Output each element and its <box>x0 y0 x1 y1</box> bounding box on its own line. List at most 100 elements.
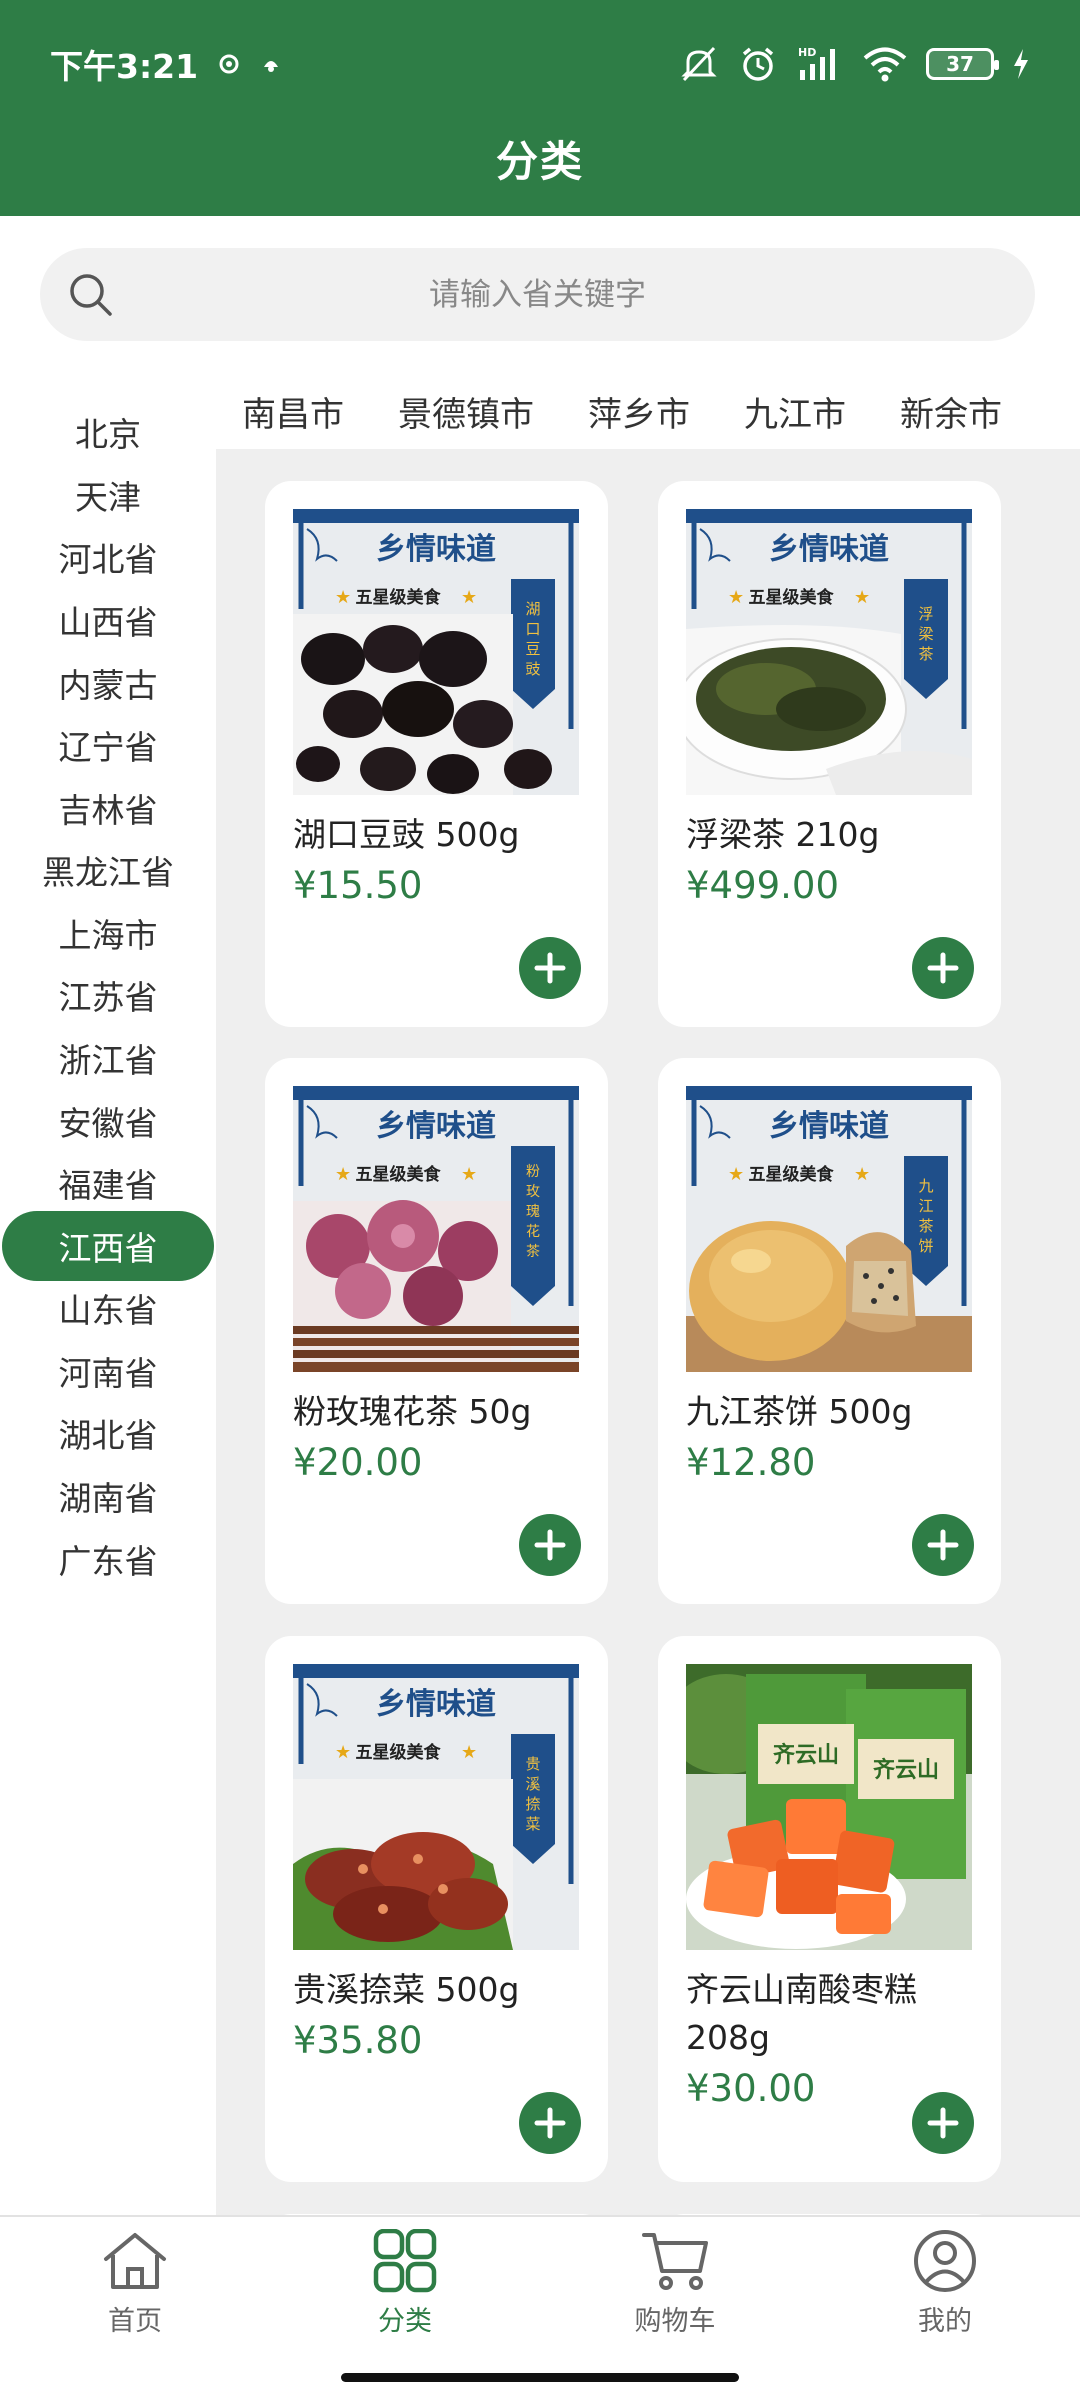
sidebar-item[interactable]: 福建省 <box>0 1148 216 1218</box>
city-tab[interactable]: 九江市 <box>744 387 846 436</box>
product-card[interactable]: 乡情味道 五星级美食 ★ ★ 浮 梁 茶 浮梁茶 210g ¥499.00 <box>658 481 1001 1027</box>
sidebar-item[interactable]: 黑龙江省 <box>0 835 216 905</box>
sidebar-item[interactable]: 河南省 <box>0 1336 216 1406</box>
search-input[interactable] <box>40 248 1035 341</box>
city-tabs[interactable]: 南昌市 景德镇市 萍乡市 九江市 新余市 <box>216 375 1080 447</box>
product-image[interactable]: 乡情味道 五星级美食 ★ ★ 九 江 茶 饼 <box>686 1086 972 1372</box>
product-name: 九江茶饼 500g <box>686 1392 913 1431</box>
svg-text:★: ★ <box>854 587 870 608</box>
sidebar-item[interactable]: 浙江省 <box>0 1023 216 1093</box>
app-header: 下午3:21 HD 37 分类 <box>0 0 1080 216</box>
svg-text:瑰: 瑰 <box>526 1204 540 1220</box>
banner-text: 乡情味道 <box>769 1109 889 1144</box>
product-price: ¥30.00 <box>686 2067 816 2110</box>
tag-text: 五星级美食 <box>356 1742 442 1763</box>
page-title: 分类 <box>495 137 584 186</box>
home-icon <box>104 2233 166 2289</box>
product-image[interactable]: 乡情味道 五星级美食 ★ ★ 贵 溪 捺 菜 <box>293 1664 579 1950</box>
svg-text:茶: 茶 <box>526 1244 540 1260</box>
nav-label: 我的 <box>918 2306 972 2337</box>
product-name: 贵溪捺菜 500g <box>293 1970 520 2009</box>
product-card[interactable]: 乡情味道 五星级美食 ★ ★ 九 江 茶 饼 九江茶饼 500g ¥12.80 <box>658 1058 1001 1604</box>
add-to-cart-button[interactable] <box>519 2092 581 2154</box>
svg-text:茶: 茶 <box>918 645 933 663</box>
package-brand: 齐云山 <box>773 1742 839 1768</box>
product-image[interactable]: 齐云山 齐云山 <box>686 1664 972 1950</box>
sidebar-item[interactable]: 山东省 <box>0 1273 216 1343</box>
svg-text:豆: 豆 <box>525 640 540 658</box>
svg-text:豉: 豉 <box>525 660 540 678</box>
plus-icon <box>534 952 566 984</box>
sidebar-item[interactable]: 安徽省 <box>0 1086 216 1156</box>
nav-category[interactable]: 分类 <box>305 2229 505 2338</box>
plus-icon <box>927 952 959 984</box>
home-indicator[interactable] <box>341 2373 739 2382</box>
svg-text:贵: 贵 <box>525 1755 540 1773</box>
product-image[interactable]: 乡情味道 五星级美食 ★ ★ 粉 玫 瑰 花 茶 <box>293 1086 579 1372</box>
svg-text:捺: 捺 <box>525 1795 540 1813</box>
add-to-cart-button[interactable] <box>912 937 974 999</box>
tag-text: 五星级美食 <box>749 587 835 608</box>
svg-text:HD: HD <box>798 46 816 59</box>
product-grid: 乡情味道 五星级美食 ★ ★ 湖 口 豆 豉 湖口豆豉 500g ¥15.50 … <box>216 449 1080 2215</box>
add-to-cart-button[interactable] <box>519 937 581 999</box>
banner-text: 乡情味道 <box>376 1687 496 1722</box>
nav-profile[interactable]: 我的 <box>845 2229 1045 2338</box>
status-bar: 下午3:21 HD 37 <box>50 38 1030 90</box>
sidebar-item[interactable]: 湖北省 <box>0 1398 216 1468</box>
plus-icon <box>534 1529 566 1561</box>
banner-text: 乡情味道 <box>376 1109 496 1144</box>
svg-text:梁: 梁 <box>918 625 933 643</box>
sidebar-item[interactable]: 上海市 <box>0 898 216 968</box>
product-price: ¥35.80 <box>293 2019 423 2062</box>
sidebar-item[interactable]: 广东省 <box>0 1524 216 1594</box>
sidebar-item-active[interactable]: 江西省 <box>2 1211 214 1281</box>
city-tab[interactable]: 萍乡市 <box>588 387 690 436</box>
sidebar-item[interactable]: 内蒙古 <box>0 648 216 718</box>
signal-icon: HD <box>796 44 844 84</box>
svg-text:口: 口 <box>525 620 540 638</box>
cart-icon <box>642 2233 708 2290</box>
sidebar-item[interactable]: 湖南省 <box>0 1461 216 1531</box>
search-bar[interactable] <box>40 248 1035 341</box>
nav-home[interactable]: 首页 <box>35 2229 235 2338</box>
city-tab[interactable]: 景德镇市 <box>398 387 534 436</box>
nav-label: 购物车 <box>634 2306 716 2337</box>
nav-cart[interactable]: 购物车 <box>575 2229 775 2338</box>
product-card[interactable]: 乡情味道 五星级美食 ★ ★ 粉 玫 瑰 花 茶 粉玫瑰花茶 50g ¥20.0… <box>265 1058 608 1604</box>
svg-text:★: ★ <box>335 587 351 608</box>
add-to-cart-button[interactable] <box>912 2092 974 2154</box>
product-card[interactable]: 齐云山 齐云山 齐云山南酸枣糕 208g ¥30.00 <box>658 1636 1001 2182</box>
product-card[interactable]: 乡情味道 五星级美食 ★ ★ 贵 溪 捺 菜 贵溪捺菜 500g ¥35.80 <box>265 1636 608 2182</box>
sidebar-item[interactable]: 辽宁省 <box>0 710 216 780</box>
province-sidebar[interactable]: 北京 天津 河北省 山西省 内蒙古 辽宁省 吉林省 黑龙江省 上海市 江苏省 浙… <box>0 370 216 2215</box>
svg-text:粉: 粉 <box>526 1164 540 1180</box>
add-to-cart-button[interactable] <box>912 1514 974 1576</box>
product-image[interactable]: 乡情味道 五星级美食 ★ ★ 湖 口 豆 豉 <box>293 509 579 795</box>
banner-text: 乡情味道 <box>376 532 496 567</box>
sidebar-item[interactable]: 河北省 <box>0 522 216 592</box>
battery-icon: 37 <box>926 48 999 80</box>
sidebar-item[interactable]: 吉林省 <box>0 773 216 843</box>
plus-icon <box>534 2107 566 2139</box>
product-name: 湖口豆豉 500g <box>293 815 520 854</box>
sidebar-item[interactable]: 山西省 <box>0 585 216 655</box>
svg-text:茶: 茶 <box>918 1217 933 1235</box>
tag-text: 五星级美食 <box>356 1164 442 1185</box>
add-to-cart-button[interactable] <box>519 1514 581 1576</box>
svg-text:九: 九 <box>918 1177 933 1195</box>
city-tab[interactable]: 南昌市 <box>242 387 344 436</box>
svg-text:★: ★ <box>335 1742 351 1763</box>
sidebar-item[interactable]: 北京 <box>0 397 216 467</box>
product-card[interactable]: 乡情味道 五星级美食 ★ ★ 湖 口 豆 豉 湖口豆豉 500g ¥15.50 <box>265 481 608 1027</box>
grid-icon <box>373 2229 437 2293</box>
user-icon <box>914 2230 976 2292</box>
svg-text:浮: 浮 <box>918 605 933 623</box>
city-tab[interactable]: 新余市 <box>900 387 1002 436</box>
svg-text:★: ★ <box>728 1164 744 1185</box>
sidebar-item[interactable]: 江苏省 <box>0 960 216 1030</box>
banner-text: 乡情味道 <box>769 532 889 567</box>
product-image[interactable]: 乡情味道 五星级美食 ★ ★ 浮 梁 茶 <box>686 509 972 795</box>
tag-text: 五星级美食 <box>356 587 442 608</box>
sidebar-item[interactable]: 天津 <box>0 460 216 530</box>
